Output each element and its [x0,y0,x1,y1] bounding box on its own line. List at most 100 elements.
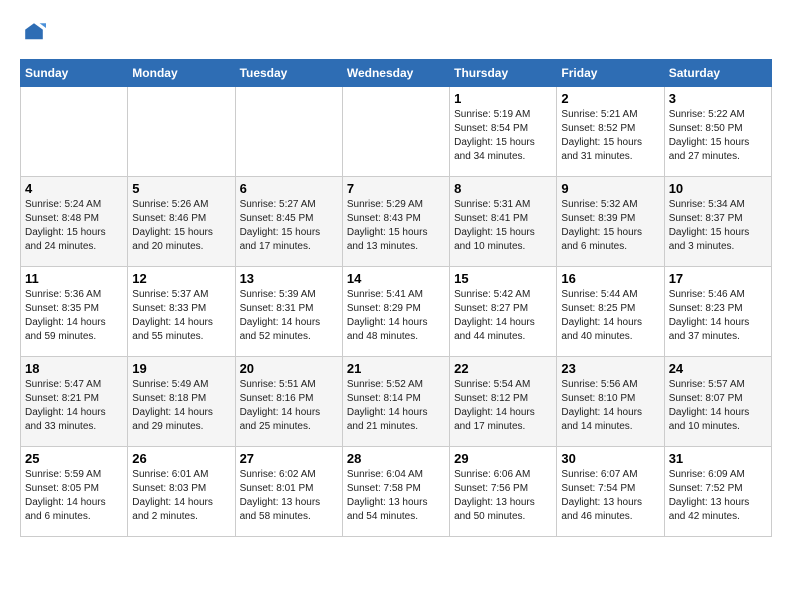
day-number: 7 [347,181,445,196]
day-cell: 24Sunrise: 5:57 AM Sunset: 8:07 PM Dayli… [664,357,771,447]
day-number: 29 [454,451,552,466]
day-cell: 10 Sunrise: 5:34 AM Sunset: 8:37 PM Dayli… [664,177,771,267]
day-cell: 6Sunrise: 5:27 AM Sunset: 8:45 PM Daylig… [235,177,342,267]
day-cell: 29Sunrise: 6:06 AM Sunset: 7:56 PM Dayli… [450,447,557,537]
day-cell: 11 Sunrise: 5:36 AM Sunset: 8:35 PM Dayli… [21,267,128,357]
day-number: 24 [669,361,767,376]
day-info: Sunrise: 5:36 AM Sunset: 8:35 PM Dayligh… [25,288,123,344]
day-cell: 9 Sunrise: 5:32 AM Sunset: 8:39 PM Daylig… [557,177,664,267]
day-number: 1 [454,91,552,106]
day-number: 5 [132,181,230,196]
day-info: Sunrise: 5:56 AM Sunset: 8:10 PM Dayligh… [561,378,659,434]
day-number: 8 [454,181,552,196]
day-number: 2 [561,91,659,106]
day-cell: 18Sunrise: 5:47 AM Sunset: 8:21 PM Dayli… [21,357,128,447]
weekday-header-monday: Monday [128,60,235,87]
day-cell: 8 Sunrise: 5:31 AM Sunset: 8:41 PM Daylig… [450,177,557,267]
weekday-header-thursday: Thursday [450,60,557,87]
day-info: Sunrise: 5:37 AM Sunset: 8:33 PM Dayligh… [132,288,230,344]
day-info: Sunrise: 5:24 AM Sunset: 8:48 PM Dayligh… [25,198,123,254]
day-info: Sunrise: 6:09 AM Sunset: 7:52 PM Dayligh… [669,468,767,524]
day-info: Sunrise: 5:22 AM Sunset: 8:50 PM Dayligh… [669,108,767,164]
day-cell: 20Sunrise: 5:51 AM Sunset: 8:16 PM Dayli… [235,357,342,447]
day-cell: 26 Sunrise: 6:01 AM Sunset: 8:03 PM Dayli… [128,447,235,537]
day-cell: 23Sunrise: 5:56 AM Sunset: 8:10 PM Dayli… [557,357,664,447]
week-row-1: 1 Sunrise: 5:19 AM Sunset: 8:54 PM Daylig… [21,87,772,177]
weekday-header-wednesday: Wednesday [342,60,449,87]
day-info: Sunrise: 5:19 AM Sunset: 8:54 PM Dayligh… [454,108,552,164]
day-number: 11 [25,271,123,286]
day-number: 21 [347,361,445,376]
day-number: 16 [561,271,659,286]
day-cell: 21 Sunrise: 5:52 AM Sunset: 8:14 PM Dayli… [342,357,449,447]
day-info: Sunrise: 6:04 AM Sunset: 7:58 PM Dayligh… [347,468,445,524]
day-number: 27 [240,451,338,466]
week-row-4: 18Sunrise: 5:47 AM Sunset: 8:21 PM Dayli… [21,357,772,447]
day-number: 12 [132,271,230,286]
day-number: 14 [347,271,445,286]
day-info: Sunrise: 5:31 AM Sunset: 8:41 PM Dayligh… [454,198,552,254]
day-info: Sunrise: 5:34 AM Sunset: 8:37 PM Dayligh… [669,198,767,254]
day-cell: 16 Sunrise: 5:44 AM Sunset: 8:25 PM Dayli… [557,267,664,357]
day-cell: 3 Sunrise: 5:22 AM Sunset: 8:50 PM Daylig… [664,87,771,177]
weekday-header-row: SundayMondayTuesdayWednesdayThursdayFrid… [21,60,772,87]
day-number: 6 [240,181,338,196]
day-info: Sunrise: 5:47 AM Sunset: 8:21 PM Dayligh… [25,378,123,434]
day-cell: 30 Sunrise: 6:07 AM Sunset: 7:54 PM Dayli… [557,447,664,537]
day-cell: 19Sunrise: 5:49 AM Sunset: 8:18 PM Dayli… [128,357,235,447]
day-cell: 17 Sunrise: 5:46 AM Sunset: 8:23 PM Dayli… [664,267,771,357]
day-number: 26 [132,451,230,466]
day-number: 3 [669,91,767,106]
day-cell: 4 Sunrise: 5:24 AM Sunset: 8:48 PM Daylig… [21,177,128,267]
day-number: 30 [561,451,659,466]
day-cell: 13 Sunrise: 5:39 AM Sunset: 8:31 PM Dayli… [235,267,342,357]
day-number: 25 [25,451,123,466]
day-cell: 14Sunrise: 5:41 AM Sunset: 8:29 PM Dayli… [342,267,449,357]
day-info: Sunrise: 5:26 AM Sunset: 8:46 PM Dayligh… [132,198,230,254]
day-number: 17 [669,271,767,286]
weekday-header-saturday: Saturday [664,60,771,87]
day-cell: 28 Sunrise: 6:04 AM Sunset: 7:58 PM Dayli… [342,447,449,537]
day-info: Sunrise: 5:42 AM Sunset: 8:27 PM Dayligh… [454,288,552,344]
day-cell: 15 Sunrise: 5:42 AM Sunset: 8:27 PM Dayli… [450,267,557,357]
weekday-header-sunday: Sunday [21,60,128,87]
day-info: Sunrise: 5:54 AM Sunset: 8:12 PM Dayligh… [454,378,552,434]
day-cell [128,87,235,177]
day-cell: 27Sunrise: 6:02 AM Sunset: 8:01 PM Dayli… [235,447,342,537]
logo-icon [22,20,46,44]
day-number: 31 [669,451,767,466]
week-row-2: 4 Sunrise: 5:24 AM Sunset: 8:48 PM Daylig… [21,177,772,267]
day-info: Sunrise: 5:49 AM Sunset: 8:18 PM Dayligh… [132,378,230,434]
day-cell: 12 Sunrise: 5:37 AM Sunset: 8:33 PM Dayli… [128,267,235,357]
day-info: Sunrise: 5:52 AM Sunset: 8:14 PM Dayligh… [347,378,445,434]
page-header [20,20,772,49]
day-info: Sunrise: 6:07 AM Sunset: 7:54 PM Dayligh… [561,468,659,524]
weekday-header-friday: Friday [557,60,664,87]
week-row-5: 25 Sunrise: 5:59 AM Sunset: 8:05 PM Dayli… [21,447,772,537]
day-cell: 7 Sunrise: 5:29 AM Sunset: 8:43 PM Daylig… [342,177,449,267]
day-number: 13 [240,271,338,286]
day-info: Sunrise: 5:29 AM Sunset: 8:43 PM Dayligh… [347,198,445,254]
day-info: Sunrise: 5:32 AM Sunset: 8:39 PM Dayligh… [561,198,659,254]
day-cell: 2 Sunrise: 5:21 AM Sunset: 8:52 PM Daylig… [557,87,664,177]
day-info: Sunrise: 5:59 AM Sunset: 8:05 PM Dayligh… [25,468,123,524]
day-info: Sunrise: 6:01 AM Sunset: 8:03 PM Dayligh… [132,468,230,524]
day-number: 15 [454,271,552,286]
day-info: Sunrise: 5:39 AM Sunset: 8:31 PM Dayligh… [240,288,338,344]
calendar-table: SundayMondayTuesdayWednesdayThursdayFrid… [20,59,772,537]
day-info: Sunrise: 5:21 AM Sunset: 8:52 PM Dayligh… [561,108,659,164]
day-number: 20 [240,361,338,376]
day-cell [342,87,449,177]
day-number: 22 [454,361,552,376]
week-row-3: 11 Sunrise: 5:36 AM Sunset: 8:35 PM Dayli… [21,267,772,357]
logo [20,20,46,49]
day-cell: 1 Sunrise: 5:19 AM Sunset: 8:54 PM Daylig… [450,87,557,177]
weekday-header-tuesday: Tuesday [235,60,342,87]
day-info: Sunrise: 5:46 AM Sunset: 8:23 PM Dayligh… [669,288,767,344]
day-number: 10 [669,181,767,196]
day-number: 28 [347,451,445,466]
day-cell: 22 Sunrise: 5:54 AM Sunset: 8:12 PM Dayli… [450,357,557,447]
day-info: Sunrise: 5:44 AM Sunset: 8:25 PM Dayligh… [561,288,659,344]
day-number: 4 [25,181,123,196]
day-number: 9 [561,181,659,196]
